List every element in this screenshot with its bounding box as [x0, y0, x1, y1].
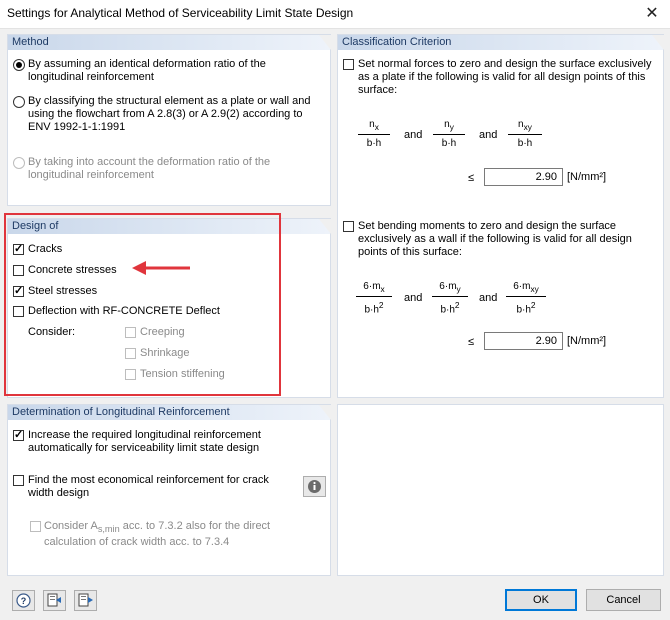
highlight-arrow [132, 261, 190, 275]
plate-fraction-nx: nx b·h [358, 119, 390, 149]
help-button[interactable]: ? [12, 590, 35, 611]
increase-reinforcement-label[interactable]: Increase the required longitudinal reinf… [28, 429, 278, 455]
method-group: Method By assuming an identical deformat… [7, 34, 331, 206]
wall-my-den: b·h [440, 304, 455, 316]
plate-fraction-nxy: nxy b·h [508, 119, 542, 149]
plate-nxy-sub: xy [523, 122, 532, 132]
consider-as-min-sub: s,min [97, 524, 120, 535]
cancel-button[interactable]: Cancel [586, 589, 661, 611]
wall-my-num: 6·m [439, 281, 457, 292]
plate-fraction-ny: ny b·h [433, 119, 465, 149]
wall-mxy-den-sup: 2 [530, 300, 536, 310]
classification-heading: Classification Criterion [338, 35, 664, 50]
import-button[interactable] [43, 590, 66, 611]
wall-my-den-sup: 2 [454, 300, 460, 310]
export-button[interactable] [74, 590, 97, 611]
wall-fraction-mxy: 6·mxy b·h2 [506, 281, 546, 315]
plate-ny-sub: y [449, 122, 454, 132]
wall-mxy-den: b·h [516, 304, 531, 316]
plate-and-2: and [479, 129, 498, 141]
wall-label[interactable]: Set bending moments to zero and design t… [358, 220, 656, 259]
plate-nx-sub: x [374, 122, 379, 132]
method-heading: Method [8, 35, 331, 50]
plate-unit: [N/mm²] [567, 171, 607, 183]
plate-checkbox[interactable] [343, 59, 354, 70]
wall-mx-den-sup: 2 [378, 300, 384, 310]
plate-le-symbol: ≤ [468, 172, 475, 184]
wall-fraction-mx: 6·mx b·h2 [356, 281, 392, 315]
wall-limit-input[interactable]: 2.90 [484, 332, 563, 350]
wall-checkbox[interactable] [343, 221, 354, 232]
highlight-box [4, 213, 281, 396]
longitudinal-group: Determination of Longitudinal Reinforcem… [7, 404, 331, 576]
plate-limit-input[interactable]: 2.90 [484, 168, 563, 186]
plate-nxy-den: b·h [517, 138, 533, 149]
wall-fraction-my: 6·my b·h2 [432, 281, 468, 315]
import-icon [47, 593, 61, 607]
close-button[interactable]: ✕ [634, 0, 670, 28]
ok-button[interactable]: OK [505, 589, 577, 611]
plate-label[interactable]: Set normal forces to zero and design the… [358, 58, 656, 97]
wall-and-2: and [479, 292, 498, 304]
info-icon [308, 480, 321, 493]
plate-nx-den: b·h [366, 138, 382, 149]
wall-mx-sub: x [380, 284, 385, 294]
svg-text:?: ? [21, 596, 27, 606]
info-button[interactable] [303, 476, 326, 497]
economical-checkbox[interactable] [13, 475, 24, 486]
wall-my-sub: y [456, 284, 461, 294]
plate-and-1: and [404, 129, 423, 141]
title-bar: Settings for Analytical Method of Servic… [0, 0, 670, 29]
help-icon: ? [16, 593, 31, 608]
method-option-2-label[interactable]: By classifying the structural element as… [28, 95, 326, 134]
wall-le-symbol: ≤ [468, 336, 475, 348]
wall-mx-num: 6·m [363, 281, 381, 292]
consider-as-min-checkbox [30, 521, 41, 532]
empty-panel [337, 404, 664, 576]
method-option-1-label[interactable]: By assuming an identical deformation rat… [28, 58, 323, 84]
wall-mxy-num: 6·m [513, 281, 531, 292]
wall-mxy-sub: xy [530, 284, 539, 294]
longitudinal-heading: Determination of Longitudinal Reinforcem… [8, 405, 331, 420]
method-option-3-label: By taking into account the deformation r… [28, 156, 271, 181]
method-option-3-radio [13, 157, 25, 169]
consider-as-min-pre: Consider A [44, 520, 98, 532]
window-title: Settings for Analytical Method of Servic… [7, 6, 354, 20]
plate-ny-den: b·h [441, 138, 457, 149]
method-option-1-radio[interactable] [13, 59, 25, 71]
wall-unit: [N/mm²] [567, 335, 607, 347]
classification-group: Classification Criterion Set normal forc… [337, 34, 664, 398]
wall-mx-den: b·h [364, 304, 379, 316]
increase-reinforcement-checkbox[interactable] [13, 428, 24, 441]
economical-label[interactable]: Find the most economical reinforcement f… [28, 474, 283, 500]
export-icon [78, 593, 93, 607]
consider-as-min-label: Consider As,min acc. to 7.3.2 also for t… [44, 520, 304, 549]
wall-and-1: and [404, 292, 423, 304]
method-option-2-radio[interactable] [13, 96, 25, 108]
